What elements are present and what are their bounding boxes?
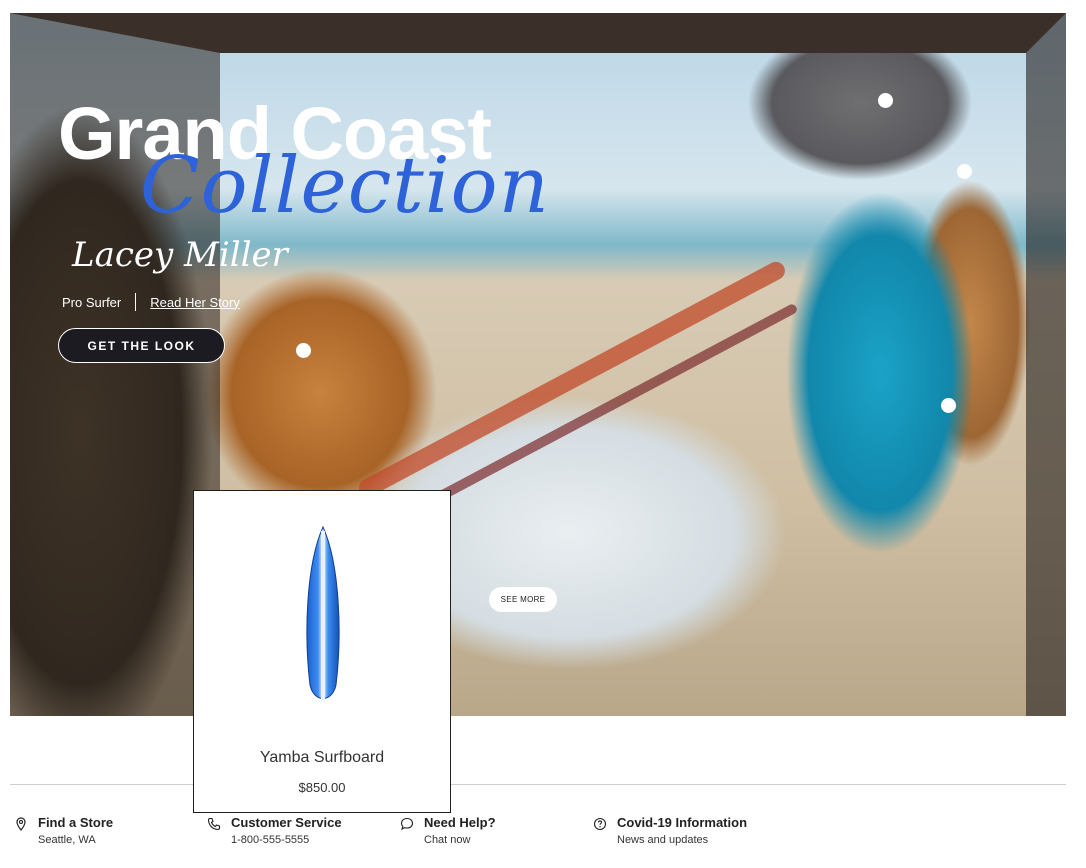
hero-script-title: Collection — [140, 141, 550, 231]
need-help-link[interactable]: Need Help? Chat now — [400, 815, 496, 846]
footer-item-title: Find a Store — [38, 815, 114, 830]
product-hotspot[interactable] — [957, 164, 972, 179]
customer-service-link[interactable]: Customer Service 1-800-555-5555 — [207, 815, 342, 846]
chat-bubble-icon — [400, 817, 414, 831]
footer-item-subtitle: Seattle, WA — [38, 834, 96, 846]
covid-info-link[interactable]: Covid-19 Information News and updates — [593, 815, 747, 846]
read-her-story-link[interactable]: Read Her Story — [150, 295, 240, 310]
product-price: $850.00 — [298, 780, 346, 795]
hero-banner: Grand Coast Collection Lacey Miller Pro … — [10, 13, 1066, 716]
phone-icon — [207, 817, 221, 831]
footer-item-subtitle: Chat now — [424, 834, 471, 846]
get-the-look-button[interactable]: GET THE LOOK — [58, 328, 225, 363]
footer-item-subtitle: News and updates — [617, 834, 709, 846]
product-hotspot[interactable] — [296, 343, 311, 358]
location-pin-icon — [16, 817, 26, 831]
athlete-role: Pro Surfer — [62, 294, 122, 310]
product-hotspot[interactable] — [941, 398, 956, 413]
divider — [135, 293, 137, 311]
see-more-button[interactable]: SEE MORE — [489, 587, 557, 612]
footer-item-subtitle: 1-800-555-5555 — [231, 834, 310, 846]
section-divider — [10, 784, 1066, 785]
athlete-signature: Lacey Miller — [72, 235, 288, 275]
product-popup-card[interactable]: Yamba Surfboard $850.00 — [193, 490, 451, 813]
footer-item-title: Need Help? — [424, 815, 496, 830]
surfboard-image — [306, 525, 340, 701]
help-circle-icon — [593, 817, 607, 831]
footer-item-title: Customer Service — [231, 815, 342, 830]
find-a-store-link[interactable]: Find a Store Seattle, WA — [14, 815, 113, 846]
footer-item-title: Covid-19 Information — [617, 815, 748, 830]
product-hotspot[interactable] — [878, 93, 893, 108]
athlete-info-row: Pro Surfer Read Her Story — [62, 293, 240, 311]
product-name: Yamba Surfboard — [259, 749, 385, 766]
